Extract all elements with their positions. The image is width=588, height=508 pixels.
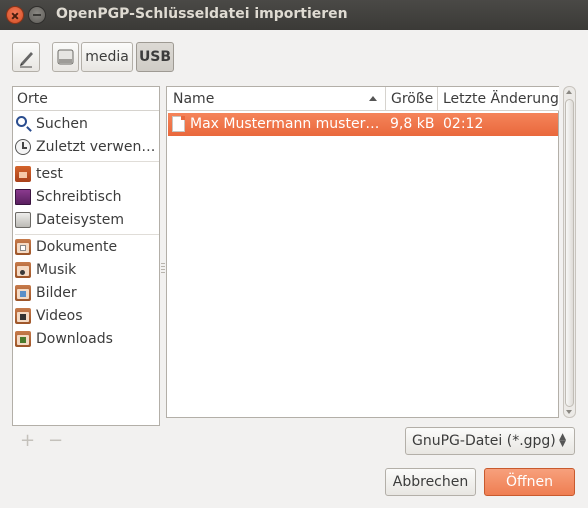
file-size: 9,8 kB — [390, 116, 435, 132]
pane-resize-handle[interactable] — [161, 263, 165, 275]
drive-icon — [57, 49, 74, 65]
open-button[interactable]: Öffnen — [484, 468, 575, 496]
path-segment-label: media — [85, 49, 129, 65]
sidebar-item-label: test — [36, 166, 63, 182]
sidebar-item-recent[interactable]: Zuletzt verwen… — [15, 136, 159, 158]
places-sidebar: Orte Suchen Zuletzt verwen… test Schreib… — [12, 86, 160, 426]
path-segment-usb[interactable]: USB — [136, 42, 174, 72]
path-segment-media[interactable]: media — [81, 42, 133, 72]
pictures-folder-icon — [15, 285, 31, 301]
videos-folder-icon — [15, 308, 31, 324]
sidebar-item-label: Dokumente — [36, 239, 118, 255]
column-header-label: Letzte Änderung — [443, 91, 559, 107]
sidebar-item-videos[interactable]: Videos — [15, 305, 159, 327]
filesystem-icon — [15, 212, 31, 228]
sidebar-item-label: Zuletzt verwen… — [36, 139, 156, 155]
path-segment-root-drive[interactable] — [52, 42, 79, 72]
sidebar-item-label: Bilder — [36, 285, 77, 301]
path-segment-label: USB — [138, 49, 172, 65]
sidebar-divider — [15, 161, 159, 162]
file-type-filter-select[interactable]: GnuPG-Datei (*.gpg) ▲ ▼ — [405, 427, 575, 455]
edit-location-button[interactable] — [12, 42, 40, 72]
file-name: Max Mustermann muster… — [190, 116, 380, 132]
downloads-folder-icon — [15, 331, 31, 347]
vertical-scrollbar[interactable] — [563, 86, 576, 418]
sidebar-item-search[interactable]: Suchen — [15, 113, 159, 135]
scroll-up-arrow-icon[interactable] — [566, 90, 572, 94]
recent-icon — [15, 139, 31, 155]
sidebar-item-label: Musik — [36, 262, 77, 278]
sidebar-item-label: Dateisystem — [36, 212, 124, 228]
window-title: OpenPGP-Schlüsseldatei importieren — [56, 6, 348, 22]
title-bar: OpenPGP-Schlüsseldatei importieren — [0, 0, 588, 30]
sidebar-item-label: Suchen — [36, 116, 88, 132]
sidebar-header: Orte — [13, 87, 159, 111]
column-header-label: Größe — [391, 91, 434, 107]
search-icon — [16, 116, 27, 127]
sidebar-item-label: Videos — [36, 308, 83, 324]
sidebar-item-pictures[interactable]: Bilder — [15, 282, 159, 304]
sidebar-item-label: Downloads — [36, 331, 113, 347]
column-header-size[interactable]: Größe — [386, 87, 438, 111]
sidebar-divider — [15, 234, 159, 235]
file-modified: 02:12 — [443, 116, 484, 132]
sidebar-item-documents[interactable]: Dokumente — [15, 236, 159, 258]
scroll-down-arrow-icon[interactable] — [566, 410, 572, 414]
column-header-modified[interactable]: Letzte Änderung — [438, 87, 559, 111]
filter-selected-value: GnuPG-Datei (*.gpg) — [412, 433, 556, 449]
column-header-label: Name — [173, 91, 215, 107]
close-window-button[interactable] — [6, 6, 24, 24]
add-bookmark-button[interactable]: + — [20, 430, 35, 451]
file-row[interactable]: Max Mustermann muster… 9,8 kB 02:12 — [168, 113, 558, 136]
sort-ascending-icon — [369, 96, 377, 101]
cancel-button[interactable]: Abbrechen — [385, 468, 476, 496]
scrollbar-thumb[interactable] — [565, 99, 574, 407]
sidebar-item-desktop[interactable]: Schreibtisch — [15, 186, 159, 208]
music-folder-icon — [15, 262, 31, 278]
pencil-icon — [20, 52, 33, 68]
up-down-chevron-icon: ▲ ▼ — [559, 432, 566, 449]
sidebar-item-filesystem[interactable]: Dateisystem — [15, 209, 159, 231]
remove-bookmark-button[interactable]: − — [48, 430, 63, 451]
sidebar-item-home[interactable]: test — [15, 163, 159, 185]
sidebar-item-label: Schreibtisch — [36, 189, 122, 205]
desktop-icon — [15, 189, 31, 205]
home-folder-icon — [15, 166, 31, 182]
minimize-window-button[interactable] — [28, 6, 46, 24]
column-header-name[interactable]: Name — [167, 87, 386, 111]
documents-folder-icon — [15, 239, 31, 255]
file-icon — [172, 116, 185, 132]
sidebar-item-music[interactable]: Musik — [15, 259, 159, 281]
sidebar-item-downloads[interactable]: Downloads — [15, 328, 159, 350]
file-list: Name Größe Letzte Änderung Max Musterman… — [166, 86, 559, 418]
